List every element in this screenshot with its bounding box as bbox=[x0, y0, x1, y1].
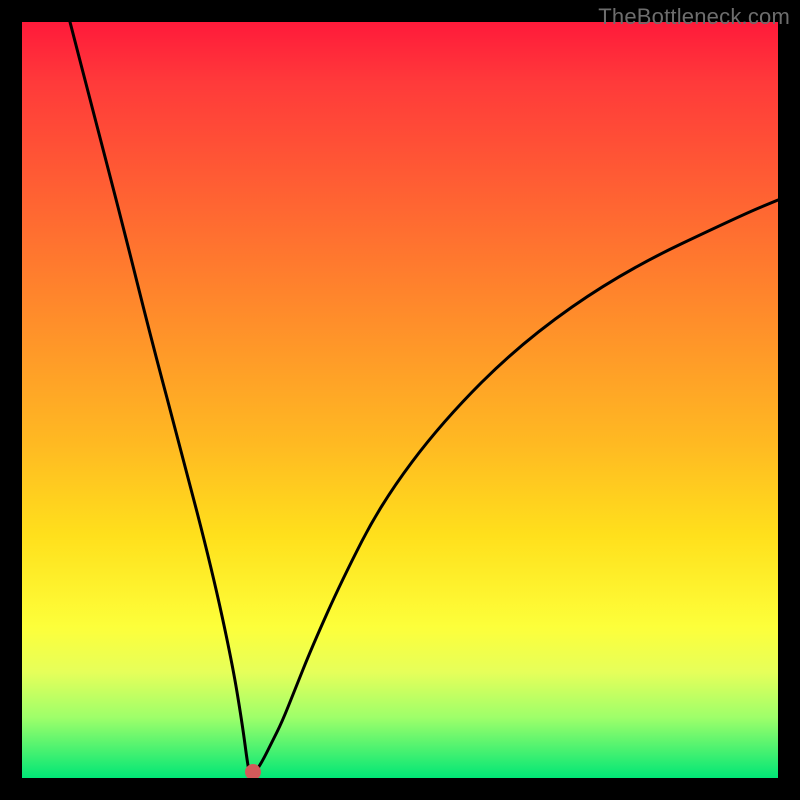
watermark-text: TheBottleneck.com bbox=[598, 4, 790, 30]
plot-area bbox=[22, 22, 778, 778]
bottleneck-curve bbox=[22, 22, 778, 778]
chart-frame: TheBottleneck.com bbox=[0, 0, 800, 800]
curve-line bbox=[70, 22, 778, 774]
